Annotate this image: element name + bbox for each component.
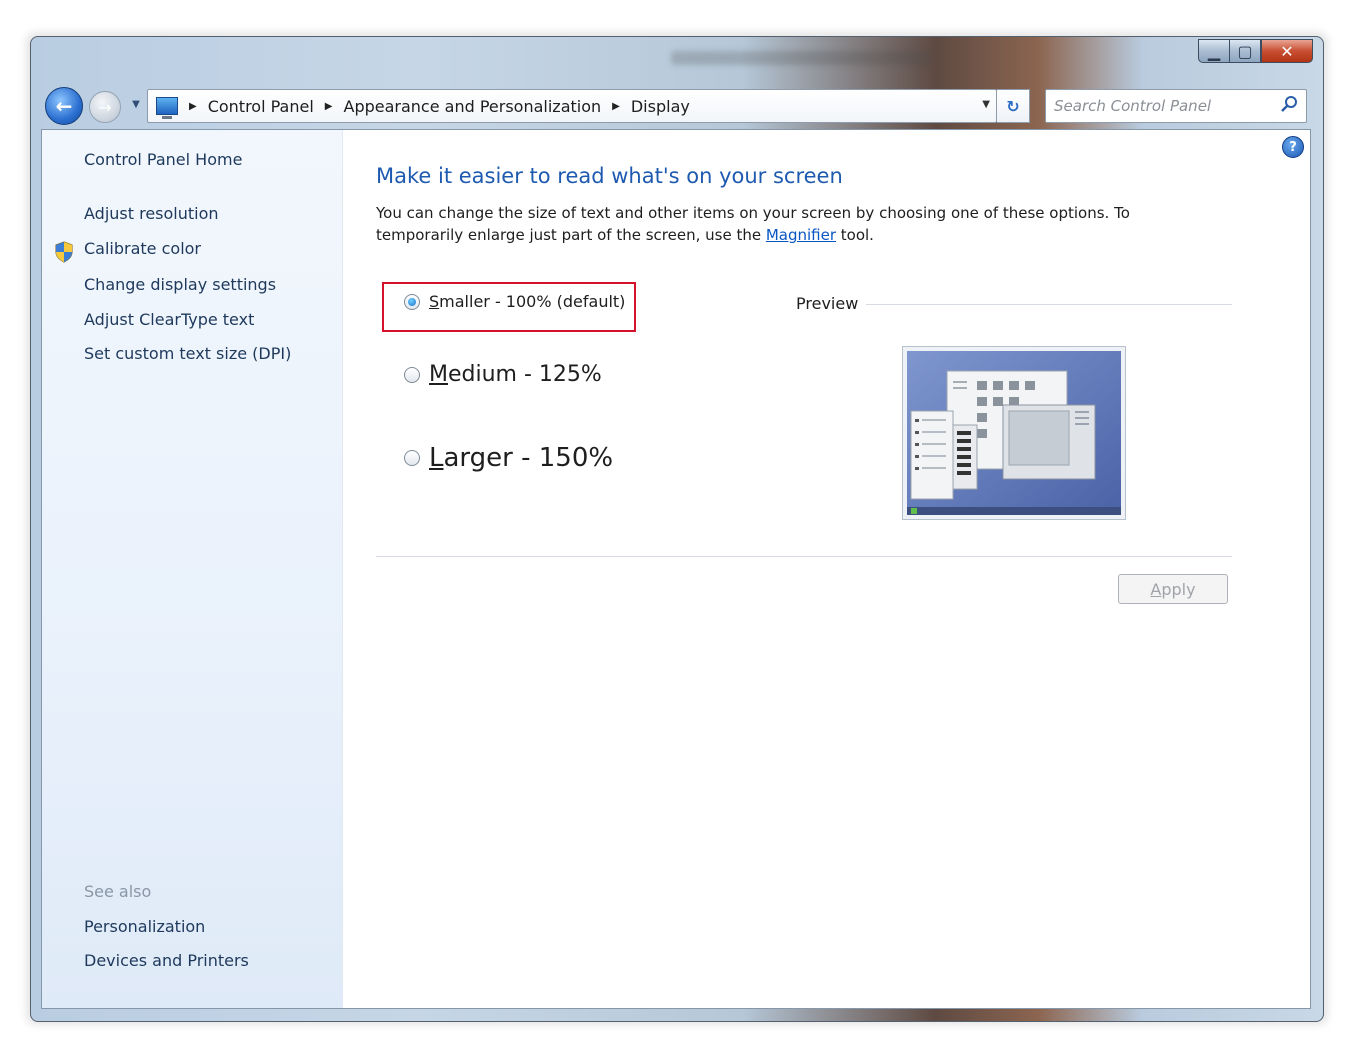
breadcrumb-control-panel[interactable]: Control Panel [208,97,314,116]
breadcrumb-appearance[interactable]: Appearance and Personalization [344,97,602,116]
control-panel-window: ▁ ▢ ✕ ← → ▼ ▶ Control Panel ▶ Appearance… [30,36,1324,1022]
desktop-preview-icon [907,351,1121,515]
breadcrumb-separator-icon[interactable]: ▶ [325,101,333,112]
radio-smaller[interactable] [404,293,420,310]
preview-image [902,346,1126,520]
breadcrumb-separator-icon[interactable]: ▶ [189,101,197,112]
sidebar-item-control-panel-home[interactable]: Control Panel Home [84,150,242,169]
control-panel-icon [156,97,178,119]
accelerator-key: L [429,443,444,473]
description-text-2: tool. [836,226,874,244]
option-label-text: arger - 150% [443,443,614,473]
search-box[interactable] [1045,89,1307,123]
forward-button[interactable]: → [89,91,121,123]
maximize-button[interactable]: ▢ [1229,39,1261,63]
main-content: Make it easier to read what's on your sc… [342,130,1310,1008]
sidebar-item-change-display-settings[interactable]: Change display settings [84,275,276,294]
accelerator-key: M [429,362,448,387]
radio-larger[interactable] [404,450,420,466]
breadcrumb-display[interactable]: Display [631,97,690,116]
refresh-icon: ↻ [1006,96,1020,116]
address-history-dropdown-icon[interactable]: ▼ [982,99,990,110]
search-input[interactable] [1052,95,1276,117]
option-smaller-label: Smaller - 100% (default) [429,292,625,311]
section-divider [376,556,1232,557]
sidebar-item-devices-and-printers[interactable]: Devices and Printers [84,951,249,970]
breadcrumb-separator-icon[interactable]: ▶ [612,101,620,112]
accelerator-key: A [1150,579,1162,599]
chevron-down-icon: ▼ [132,98,140,110]
caption-buttons: ▁ ▢ ✕ [1198,39,1313,63]
back-arrow-icon: ← [55,94,73,118]
option-larger-label: Larger - 150% [429,443,613,473]
option-larger[interactable]: Larger - 150% [404,443,613,473]
shield-icon [55,241,73,263]
preview-divider [866,304,1232,305]
sidebar-item-calibrate-color[interactable]: Calibrate color [84,239,201,258]
sidebar-item-personalization[interactable]: Personalization [84,917,205,936]
description-text-1: You can change the size of text and othe… [376,204,1130,244]
blurred-window-title [671,51,931,65]
back-button[interactable]: ← [45,87,83,125]
sidebar-item-adjust-cleartype-text[interactable]: Adjust ClearType text [84,310,254,329]
apply-label-text: pply [1161,579,1196,599]
page-title: Make it easier to read what's on your sc… [376,164,843,188]
sidebar-item-adjust-resolution[interactable]: Adjust resolution [84,204,219,223]
search-icon[interactable] [1280,95,1298,113]
see-also-heading: See also [84,882,152,901]
task-pane: Control Panel Home Adjust resolution Cal… [42,130,343,1008]
recent-pages-dropdown[interactable]: ▼ [129,97,143,111]
preview-label: Preview [796,294,859,313]
minimize-button[interactable]: ▁ [1198,39,1229,63]
accelerator-key: S [429,292,440,311]
option-label-text: edium - 125% [447,362,602,387]
address-bar[interactable]: ▶ Control Panel ▶ Appearance and Persona… [147,89,997,123]
option-label-text: maller - 100% (default) [439,292,626,311]
option-medium-label: Medium - 125% [429,362,602,387]
title-bar[interactable]: ▁ ▢ ✕ [31,37,1323,87]
refresh-button[interactable]: ↻ [997,89,1030,123]
sidebar-item-set-custom-text-size[interactable]: Set custom text size (DPI) [84,344,291,363]
page-description: You can change the size of text and othe… [376,202,1196,246]
forward-arrow-icon: → [98,97,112,117]
option-smaller[interactable]: Smaller - 100% (default) [404,292,625,311]
radio-medium[interactable] [404,366,420,383]
close-button[interactable]: ✕ [1261,39,1313,63]
apply-button[interactable]: Apply [1118,574,1228,604]
option-medium[interactable]: Medium - 125% [404,362,602,387]
client-area: Control Panel Home Adjust resolution Cal… [41,129,1311,1009]
magnifier-link[interactable]: Magnifier [766,226,836,244]
